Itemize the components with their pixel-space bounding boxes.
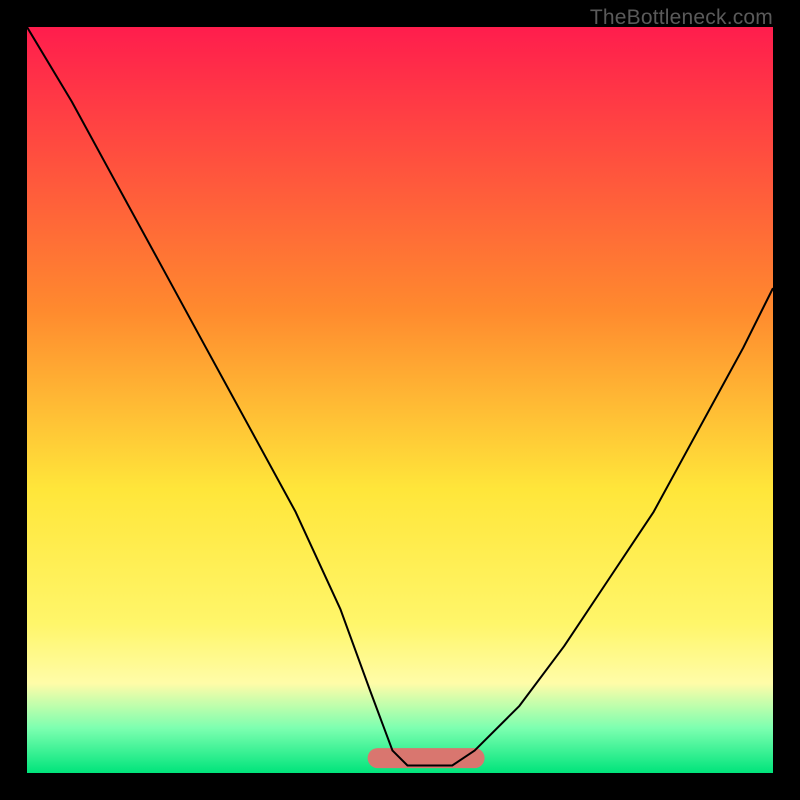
bottleneck-curve <box>27 27 773 766</box>
chart-area <box>27 27 773 773</box>
watermark-text: TheBottleneck.com <box>590 6 773 30</box>
chart-svg <box>27 27 773 773</box>
